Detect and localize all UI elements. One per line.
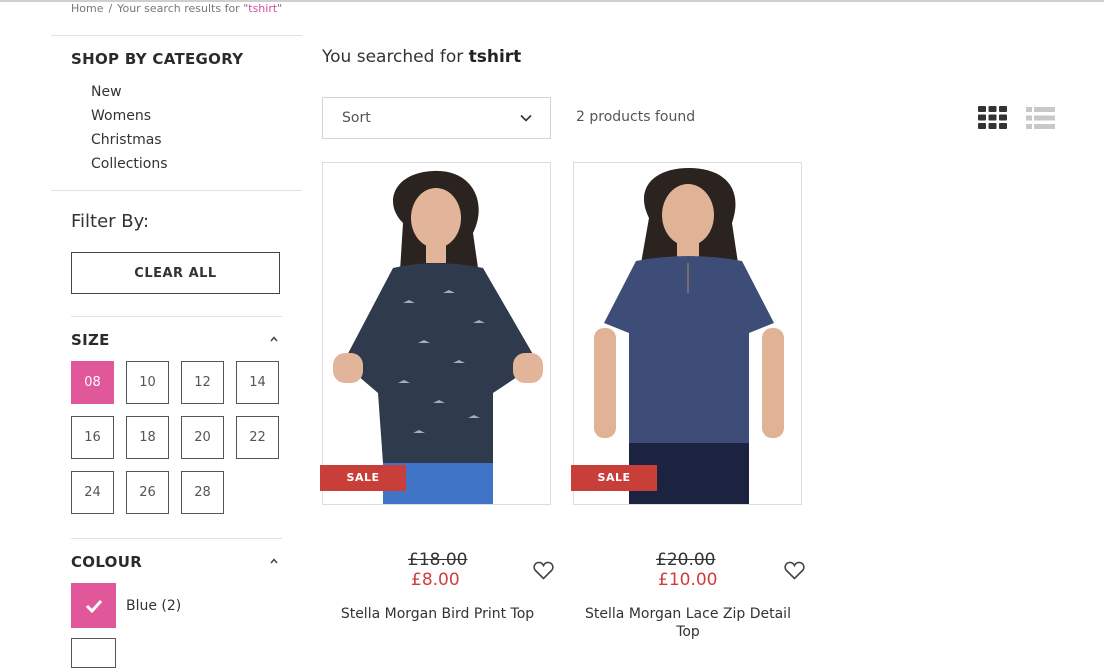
- product-name-link[interactable]: Stella Morgan Lace Zip Detail Top: [580, 605, 796, 641]
- product-photo-lace-zip-top: [574, 163, 801, 504]
- search-heading-term: tshirt: [468, 47, 522, 67]
- size-option-14[interactable]: 14: [236, 361, 279, 404]
- sort-dropdown-label: Sort: [342, 110, 371, 126]
- product-original-price: £20.00: [656, 550, 716, 570]
- size-filter-heading[interactable]: SIZE: [71, 331, 110, 349]
- products-found-count: 2 products found: [576, 109, 696, 125]
- size-option-10[interactable]: 10: [126, 361, 169, 404]
- sidebar-divider: [51, 190, 302, 191]
- category-item-womens[interactable]: Womens: [91, 106, 168, 130]
- size-option-12[interactable]: 12: [181, 361, 224, 404]
- category-item-new[interactable]: New: [91, 82, 168, 106]
- size-option-24[interactable]: 24: [71, 471, 114, 514]
- product-name-link[interactable]: Stella Morgan Bird Print Top: [322, 605, 553, 623]
- sidebar-divider: [71, 316, 282, 317]
- colour-option-blue[interactable]: Blue (2): [71, 583, 181, 628]
- checkbox-unchecked[interactable]: [71, 638, 116, 668]
- clear-all-button[interactable]: CLEAR ALL: [71, 252, 280, 294]
- breadcrumb-search-term: tshirt: [248, 2, 278, 15]
- checkbox-checked[interactable]: [71, 583, 116, 628]
- product-sale-price: £10.00: [658, 570, 718, 590]
- size-option-16[interactable]: 16: [71, 416, 114, 459]
- sidebar-divider: [71, 538, 282, 539]
- breadcrumb: Home / Your search results for "tshirt": [71, 2, 282, 15]
- search-heading-prefix: You searched for: [322, 47, 469, 67]
- product-photo-bird-print-top: [323, 163, 550, 504]
- heart-icon[interactable]: [533, 561, 554, 580]
- sort-dropdown[interactable]: Sort: [322, 97, 551, 139]
- product-sale-price: £8.00: [411, 570, 460, 590]
- checkmark-icon: [85, 599, 102, 613]
- colour-option-label: Blue (2): [126, 597, 182, 614]
- chevron-down-icon: [520, 114, 532, 122]
- breadcrumb-home-link[interactable]: Home: [71, 2, 103, 15]
- sale-badge: SALE: [571, 465, 657, 491]
- category-item-collections[interactable]: Collections: [91, 154, 168, 178]
- size-option-18[interactable]: 18: [126, 416, 169, 459]
- size-option-22[interactable]: 22: [236, 416, 279, 459]
- grid-view-icon[interactable]: [978, 106, 1007, 129]
- chevron-up-icon[interactable]: [270, 557, 278, 565]
- colour-filter-heading[interactable]: COLOUR: [71, 553, 142, 571]
- breadcrumb-current-prefix: Your search results for ": [117, 2, 249, 15]
- size-option-28[interactable]: 28: [181, 471, 224, 514]
- size-option-08[interactable]: 08: [71, 361, 114, 404]
- sale-badge: SALE: [320, 465, 406, 491]
- category-item-christmas[interactable]: Christmas: [91, 130, 168, 154]
- chevron-up-icon[interactable]: [270, 335, 278, 343]
- list-view-icon[interactable]: [1026, 107, 1055, 129]
- size-option-26[interactable]: 26: [126, 471, 169, 514]
- heart-icon[interactable]: [784, 561, 805, 580]
- search-results-heading: You searched for tshirt: [322, 47, 521, 67]
- product-image[interactable]: [322, 162, 551, 505]
- product-original-price: £18.00: [408, 550, 468, 570]
- breadcrumb-current-suffix: ": [277, 2, 283, 15]
- size-option-20[interactable]: 20: [181, 416, 224, 459]
- product-garment: [604, 256, 774, 453]
- sidebar-divider: [51, 35, 302, 36]
- product-image[interactable]: [573, 162, 802, 505]
- category-list: New Womens Christmas Collections: [91, 82, 168, 178]
- shop-by-category-heading: SHOP BY CATEGORY: [71, 50, 244, 68]
- filter-by-heading: Filter By:: [71, 211, 150, 232]
- breadcrumb-separator: /: [108, 2, 113, 15]
